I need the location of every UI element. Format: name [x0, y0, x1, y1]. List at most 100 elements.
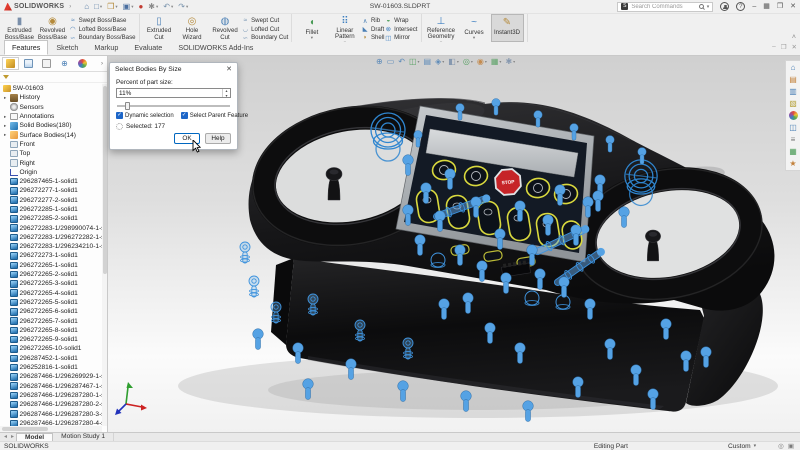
window-layout-button[interactable]: ▦ — [763, 2, 770, 12]
percent-spinner[interactable]: ▴ ▾ — [222, 89, 230, 97]
checkbox-checked-icon[interactable]: ✓ — [116, 112, 123, 119]
dropdown-icon[interactable]: ▾ — [171, 4, 173, 10]
tree-item[interactable]: 296272277-1-solid1 — [0, 186, 107, 195]
home-button[interactable]: ⌂ — [84, 2, 89, 12]
swept-boss-button[interactable]: ≈Swept Boss/Base — [69, 17, 136, 25]
tree-item[interactable]: 296287466-1/296269929-1-solid1 — [0, 372, 107, 381]
dropdown-icon[interactable]: ▾ — [418, 59, 420, 64]
dialog-title-bar[interactable]: Select Bodies By Size ✕ — [110, 63, 237, 75]
tree-item[interactable]: 296272265-1-solid1 — [0, 261, 107, 270]
tree-item[interactable]: ▸Annotations — [0, 112, 107, 121]
revolved-boss-button[interactable]: ◉RevolvedBoss/Base — [36, 14, 69, 42]
tab-scroll-right-icon[interactable]: ▸ — [9, 433, 16, 441]
slider-handle[interactable] — [125, 102, 130, 110]
tree-item[interactable]: 296287466-1/296287280-2-solid1 — [0, 400, 107, 409]
design-library-icon[interactable]: ▥ — [789, 87, 797, 96]
percent-slider[interactable] — [116, 101, 231, 110]
tree-item[interactable]: 296272273-1-solid1 — [0, 251, 107, 260]
percent-input[interactable]: 11% ▴ ▾ — [116, 88, 231, 98]
minimize-button[interactable]: – — [752, 2, 756, 12]
search-commands-box[interactable]: S Search Commands ▾ — [617, 2, 713, 12]
help-icon[interactable]: ? — [736, 2, 745, 11]
zoom-fit-button[interactable]: ⊕ — [376, 57, 383, 66]
dropdown-icon[interactable]: ▾ — [186, 4, 188, 10]
tab-solidworks-add-ins[interactable]: SOLIDWORKS Add-Ins — [170, 40, 261, 55]
tree-horizontal-scrollbar[interactable] — [0, 426, 102, 432]
edit-appearance-button[interactable]: ◉▾ — [477, 57, 487, 66]
reference-geometry-button[interactable]: ⊥ReferenceGeometry▾ — [425, 14, 458, 42]
dropdown-icon[interactable]: ▾ — [513, 59, 515, 64]
appearances-icon[interactable] — [789, 111, 798, 120]
tree-item[interactable]: 296287465-1-solid1 — [0, 177, 107, 186]
expand-arrow-icon[interactable]: ▸ — [4, 114, 8, 120]
tree-item[interactable]: Origin — [0, 168, 107, 177]
tree-vertical-scrollbar[interactable] — [102, 84, 107, 426]
status-panel-icon[interactable]: ▣ — [788, 442, 794, 450]
tab-configurationmanager[interactable] — [38, 57, 55, 70]
expand-arrow-icon[interactable]: ▸ — [4, 132, 8, 138]
section-view-button[interactable]: ◫▾ — [409, 57, 420, 66]
tree-item[interactable]: Sensors — [0, 103, 107, 112]
custom-properties-icon[interactable]: ≡ — [791, 135, 796, 144]
extruded-boss-button[interactable]: ▮ExtrudedBoss/Base — [3, 14, 36, 42]
tree-item[interactable]: 296272265-6-solid1 — [0, 307, 107, 316]
curves-button[interactable]: ~Curves▾ — [458, 14, 491, 42]
lofted-cut-button[interactable]: ◡Lofted Cut — [242, 26, 289, 34]
doc-minimize-icon[interactable]: – — [772, 43, 776, 51]
zoom-area-button[interactable]: ▭ — [387, 57, 395, 66]
save-button[interactable]: ▣▾ — [123, 2, 134, 12]
tree-item[interactable]: 296272285-1-solid1 — [0, 205, 107, 214]
doctab-motion-study-1[interactable]: Motion Study 1 — [53, 433, 114, 441]
dropdown-icon[interactable]: ▾ — [457, 59, 459, 64]
dropdown-icon[interactable]: ▾ — [471, 59, 473, 64]
options-gear-button[interactable]: ✱▾ — [148, 2, 158, 12]
tree-item[interactable]: Front — [0, 140, 107, 149]
filter-funnel-icon[interactable] — [3, 75, 9, 79]
doctab-model[interactable]: Model — [16, 433, 53, 441]
tab-features[interactable]: Features — [4, 40, 48, 55]
tree-item[interactable]: Top — [0, 149, 107, 158]
fillet-button[interactable]: ◖Fillet▾ — [295, 14, 328, 42]
selection-screw-marker[interactable] — [249, 276, 259, 297]
tree-item[interactable]: 296272277-2-solid1 — [0, 196, 107, 205]
dropdown-icon[interactable]: ▾ — [485, 59, 487, 64]
resources-icon[interactable]: ▤ — [789, 75, 797, 84]
tree-item[interactable]: 296272265-7-solid1 — [0, 316, 107, 325]
lofted-boss-button[interactable]: ◠Lofted Boss/Base — [69, 26, 136, 34]
hole-wizard-button[interactable]: ◎HoleWizard — [176, 14, 209, 42]
tree-item[interactable]: 296272265-2-solid1 — [0, 270, 107, 279]
tree-item[interactable]: 296272283-1/298990074-1-solid1 — [0, 223, 107, 232]
selection-screw-marker[interactable] — [240, 242, 250, 263]
tab-scroll-left-icon[interactable]: ◂ — [2, 433, 9, 441]
draft-button[interactable]: ◣Draft — [361, 26, 384, 34]
tree-item[interactable]: 296272265-8-solid1 — [0, 326, 107, 335]
tree-item[interactable]: 296272283-1/296234210-1-solid1 — [0, 242, 107, 251]
tab-markup[interactable]: Markup — [86, 40, 126, 55]
tree-item[interactable]: 296272265-3-solid1 — [0, 279, 107, 288]
new-file-button[interactable]: □▾ — [94, 2, 102, 12]
tree-item[interactable]: Right — [0, 158, 107, 167]
status-tag-icon[interactable]: ◎ — [778, 442, 784, 450]
file-explorer-icon[interactable]: ▧ — [789, 99, 797, 108]
view-settings-button[interactable]: ✱▾ — [505, 57, 515, 66]
tree-item[interactable]: 296287466-1/296287280-3-solid1 — [0, 409, 107, 418]
tree-item[interactable]: 296287452-1-solid1 — [0, 354, 107, 363]
tree-item[interactable]: 296272265-10-solid1 — [0, 344, 107, 353]
dropdown-icon[interactable]: ▾ — [473, 36, 475, 40]
tree-item[interactable]: 296287466-1/296287280-1-solid1 — [0, 391, 107, 400]
close-button[interactable]: ✕ — [790, 2, 796, 12]
open-file-button[interactable]: ❒▾ — [107, 2, 117, 12]
stop-button[interactable]: STOP — [494, 168, 521, 195]
dropdown-icon[interactable]: ▾ — [311, 36, 313, 40]
search-dropdown-icon[interactable]: ▾ — [707, 4, 710, 10]
display-style-button[interactable]: ◧▾ — [448, 57, 459, 66]
dropdown-icon[interactable]: ▾ — [131, 4, 133, 10]
dropdown-icon[interactable]: ▾ — [442, 59, 444, 64]
dynamic-selection-checkbox[interactable]: ✓ Dynamic selection — [116, 112, 174, 119]
spin-down-icon[interactable]: ▾ — [223, 94, 230, 99]
hide-show-items-button[interactable]: ◎▾ — [463, 57, 473, 66]
tab-dimxpertmanager[interactable]: ⊕ — [56, 57, 73, 70]
brand-chevron-icon[interactable]: › — [69, 4, 71, 10]
checkbox-checked-icon[interactable]: ✓ — [181, 112, 188, 119]
tab-displaymanager[interactable] — [74, 57, 91, 70]
